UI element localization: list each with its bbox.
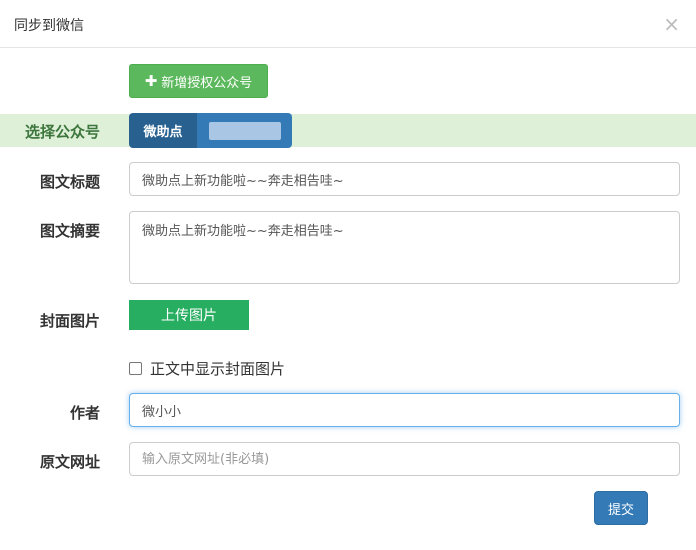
title-label: 图文标题 [39, 173, 100, 191]
blurred-account-name [208, 121, 281, 140]
cover-label: 封面图片 [39, 312, 100, 330]
summary-label: 图文摘要 [39, 222, 100, 240]
modal-header: 同步到微信 × [0, 0, 696, 48]
source-url-label: 原文网址 [39, 453, 100, 471]
add-account-button[interactable]: ✚ 新增授权公众号 [129, 64, 268, 98]
modal-title: 同步到微信 [14, 18, 84, 34]
add-account-label: 新增授权公众号 [161, 75, 253, 91]
show-cover-option: 正文中显示封面图片 [129, 358, 285, 379]
show-cover-label: 正文中显示封面图片 [150, 360, 286, 378]
source-url-input[interactable] [129, 442, 680, 476]
summary-textarea[interactable]: 微助点上新功能啦~~奔走相告哇~ [129, 211, 680, 284]
plus-icon: ✚ [144, 72, 158, 90]
title-input[interactable] [129, 162, 680, 196]
account-option-selected[interactable]: 微助点 [129, 113, 197, 148]
account-label: 选择公众号 [24, 123, 100, 141]
author-label: 作者 [69, 404, 100, 422]
show-cover-checkbox[interactable] [129, 362, 142, 375]
account-option-other[interactable] [197, 113, 292, 148]
account-row: 选择公众号 [0, 114, 696, 147]
close-icon[interactable]: × [663, 14, 680, 34]
submit-button[interactable]: 提交 [594, 491, 648, 525]
author-input[interactable] [129, 393, 680, 427]
upload-image-button[interactable]: 上传图片 [129, 300, 249, 330]
account-selector: 微助点 [129, 113, 292, 148]
